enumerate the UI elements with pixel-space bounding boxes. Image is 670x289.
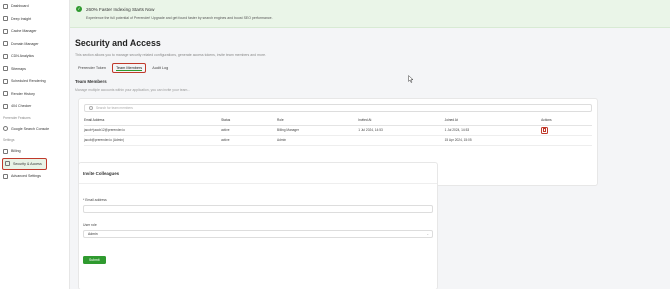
search-icon [89, 106, 93, 110]
sidebar-item-label: Sitemaps [11, 66, 26, 71]
cell-joined-at: 15 Apr 2024, 15:05 [444, 135, 542, 146]
trash-icon [543, 128, 547, 132]
sidebar-item-billing[interactable]: Billing [0, 145, 69, 158]
sidebar-item-label: Deep Insight [11, 16, 32, 21]
analytics-icon [3, 53, 8, 59]
cell-status: active [221, 135, 278, 146]
tab-team-members[interactable]: Team Members [112, 63, 147, 73]
sidebar-item-label: Scheduled Rendering [11, 79, 46, 84]
gear-icon [3, 173, 8, 179]
sidebar-item-label: Billing [11, 149, 21, 154]
role-selected-value: Admin [88, 232, 98, 236]
sidebar-item-label: 404 Checker [11, 104, 32, 109]
role-select[interactable]: Admin ⌄ [83, 230, 433, 238]
cell-email: jacob+jacob12@prerender.io [84, 125, 222, 136]
cell-joined-at: 1 Jul 2024, 14:53 [444, 125, 542, 136]
sidebar-item-label: Render History [11, 91, 35, 96]
sidebar-item-label: Cache Manager [11, 29, 37, 34]
team-members-description: Manage multiple accounts within your app… [75, 88, 191, 92]
cell-role: Billing Manager [277, 125, 359, 136]
sidebar-item-label: Domain Manager [11, 41, 39, 46]
sidebar-item-label: Google Search Console [11, 126, 50, 131]
sidebar-item-label: CDN Analytics [11, 54, 34, 59]
sidebar-section-features: Prerender Features [3, 115, 31, 120]
shield-icon [5, 161, 10, 167]
column-role: Role [277, 116, 359, 126]
history-icon [3, 91, 8, 97]
checker-icon [3, 103, 8, 109]
sidebar-item-404-checker[interactable]: 404 Checker [0, 100, 69, 113]
sidebar-item-deep-insight[interactable]: Deep Insight [0, 13, 69, 26]
cell-invited-at [358, 135, 445, 146]
column-actions: Actions [541, 116, 592, 126]
invite-card: Invite Colleagues * Email address User r… [78, 162, 438, 289]
submit-button[interactable]: Submit [83, 256, 106, 264]
email-field[interactable] [83, 205, 433, 213]
sidebar-item-dashboard[interactable]: Dashboard [0, 0, 69, 13]
sidebar-item-label: Advanced Settings [11, 174, 41, 179]
search-input[interactable]: Search for team members [84, 104, 592, 112]
cell-status: active [221, 125, 278, 136]
search-placeholder: Search for team members [96, 106, 133, 110]
sidebar-item-render-history[interactable]: Render History [0, 88, 69, 101]
column-email: Email Address [84, 116, 222, 126]
sidebar-item-sitemaps[interactable]: Sitemaps [0, 63, 69, 76]
members-table: Email Address Status Role Invited At Joi… [84, 116, 592, 146]
sidebar-item-scheduled-rendering[interactable]: Scheduled Rendering [0, 75, 69, 88]
column-joined-at: Joined At [444, 116, 542, 126]
sidebar-item-security-access[interactable]: Security & Access [2, 157, 47, 170]
tab-audit-log[interactable]: Audit Log [149, 64, 171, 72]
cell-email: jacob@prerender.io (Admin) [84, 135, 222, 146]
calendar-icon [3, 78, 8, 84]
sidebar-item-advanced-settings[interactable]: Advanced Settings [0, 170, 69, 183]
check-circle-icon: ✓ [76, 6, 82, 12]
invite-title: Invite Colleagues [83, 171, 120, 176]
chevron-down-icon: ⌄ [426, 232, 429, 236]
table-header-row: Email Address Status Role Invited At Joi… [84, 116, 592, 126]
billing-icon [3, 148, 8, 154]
tab-label: Team Members [116, 66, 143, 71]
cell-invited-at: 1 Jul 2024, 14:53 [358, 125, 445, 136]
tab-prerender-token[interactable]: Prerender Token [75, 64, 109, 72]
divider [79, 183, 437, 184]
sidebar-item-label: Dashboard [11, 4, 29, 9]
column-status: Status [221, 116, 278, 126]
tab-bar: Prerender Token Team Members Audit Log [75, 63, 174, 73]
cell-actions [541, 135, 592, 146]
sidebar-item-cache-manager[interactable]: Cache Manager [0, 25, 69, 38]
upgrade-banner: ✓ 260% Faster Indexing Starts Now Experi… [70, 0, 670, 28]
sidebar-section-settings: Settings [3, 138, 15, 142]
page-title: Security and Access [75, 38, 161, 48]
sidebar-item-label: Security & Access [13, 161, 42, 166]
cell-actions [541, 125, 592, 136]
insight-icon [3, 16, 8, 22]
email-label: * Email address [83, 198, 107, 202]
sidebar-item-google-search-console[interactable]: Google Search Console [0, 123, 69, 136]
table-row: jacob+jacob12@prerender.io active Billin… [84, 125, 592, 136]
cell-role: Admin [277, 135, 359, 146]
sidebar-item-domain-manager[interactable]: Domain Manager [0, 38, 69, 51]
dashboard-icon [3, 3, 8, 9]
sidebar-item-cdn-analytics[interactable]: CDN Analytics [0, 50, 69, 63]
role-label: User role [83, 223, 97, 227]
sitemap-icon [3, 66, 8, 72]
domain-icon [3, 41, 8, 47]
team-members-title: Team Members [75, 79, 107, 84]
mouse-cursor-icon [408, 75, 414, 83]
cache-icon [3, 28, 8, 34]
banner-title: 260% Faster Indexing Starts Now [86, 6, 155, 12]
delete-button[interactable] [541, 126, 549, 134]
banner-subtitle: Experience the full potential of Prerend… [86, 16, 273, 20]
main-content: Security and Access This section allows … [70, 28, 670, 289]
page-description: This section allows you to manage securi… [75, 53, 267, 57]
table-row: jacob@prerender.io (Admin) active Admin … [84, 135, 592, 146]
banner-title-row: ✓ 260% Faster Indexing Starts Now [76, 6, 664, 12]
sidebar: Dashboard Deep Insight Cache Manager Dom… [0, 0, 70, 289]
google-icon [3, 126, 8, 132]
column-invited-at: Invited At [358, 116, 445, 126]
